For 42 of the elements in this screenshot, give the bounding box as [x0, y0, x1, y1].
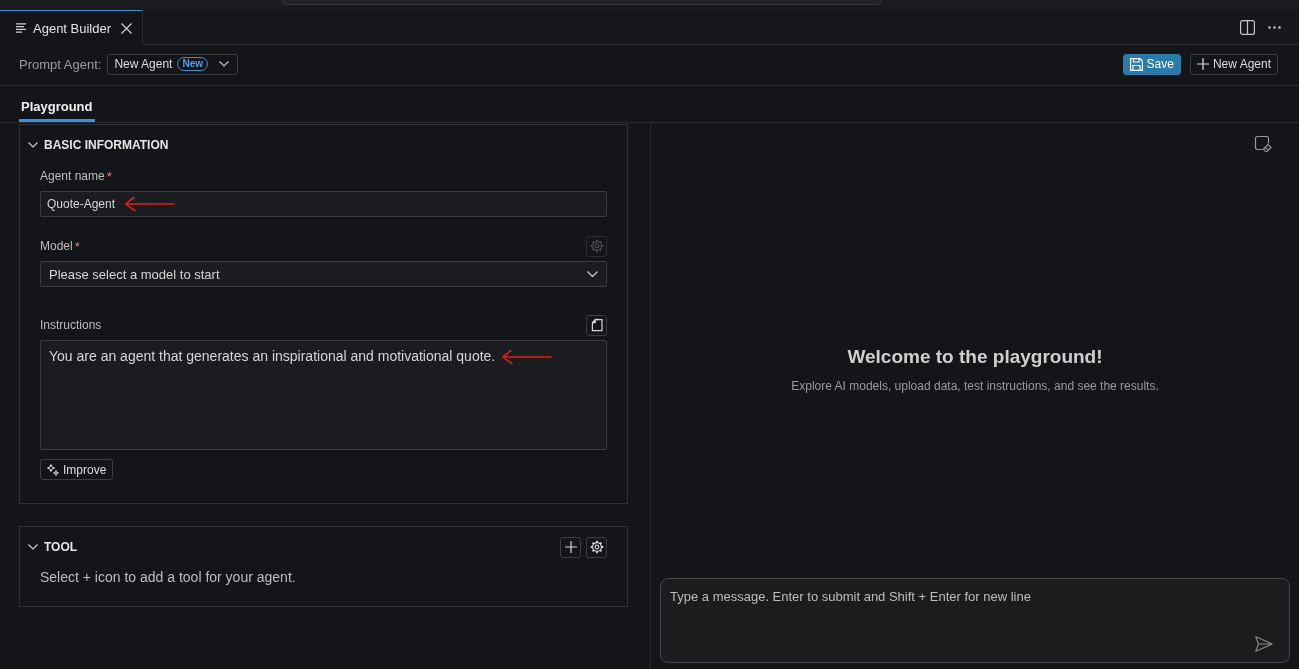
settings-button[interactable]: [586, 536, 607, 558]
send-icon[interactable]: [1255, 636, 1273, 652]
save-button[interactable]: Save: [1122, 53, 1181, 75]
field-label: Model: [40, 239, 73, 253]
document-button[interactable]: [586, 314, 607, 336]
caret-icon: [219, 61, 229, 67]
eraser-icon[interactable]: [1254, 135, 1272, 153]
field-label: Agent name: [40, 169, 105, 183]
plus-icon: [564, 541, 577, 553]
agent-dropdown[interactable]: New Agent New: [107, 53, 238, 75]
welcome-title: Welcome to the playground!: [847, 346, 1103, 368]
gear-icon: [589, 239, 604, 253]
input-field[interactable]: Quote-Agent: [40, 191, 607, 217]
chevron-icon[interactable]: [28, 142, 38, 148]
sparkle-icon: [47, 463, 59, 476]
text-area-field[interactable]: You are an agent that generates an inspirational and motivational quote.: [40, 340, 607, 450]
dropdown-field[interactable]: Please select a model to start: [40, 261, 607, 287]
save-icon: [1129, 57, 1143, 71]
editor-tab[interactable]: Agent Builder: [0, 10, 144, 45]
more-icon[interactable]: [1268, 25, 1281, 29]
close-icon[interactable]: [121, 22, 133, 34]
add-button[interactable]: [560, 536, 581, 558]
text-lines-icon: [16, 23, 27, 33]
section-title: TOOL: [44, 540, 78, 554]
plus-icon: [1196, 58, 1209, 70]
required-mark: *: [106, 168, 112, 184]
view-tab[interactable]: Playground: [19, 86, 95, 122]
new-agent-button[interactable]: New Agent: [1189, 53, 1278, 75]
chevron-icon[interactable]: [28, 544, 38, 550]
section-hint: Select + icon to add a tool for your agent.: [40, 569, 297, 586]
required-mark: *: [74, 238, 80, 254]
search-field[interactable]: [282, 0, 882, 5]
improve-button[interactable]: Improve: [40, 459, 114, 480]
split-editor-icon[interactable]: [1240, 19, 1255, 35]
welcome-subtitle: Explore AI models, upload data, test instructions, and see the results.: [791, 379, 1159, 393]
document-icon: [589, 318, 604, 332]
gear-icon: [589, 540, 604, 554]
prompt-agent-label: Prompt Agent:: [19, 56, 102, 72]
chevron-down-icon: [587, 271, 598, 277]
section-title: BASIC INFORMATION: [44, 138, 169, 152]
message-field[interactable]: Type a message. Enter to submit and Shift + Enter for new line: [660, 578, 1290, 663]
field-label: Instructions: [40, 318, 102, 332]
